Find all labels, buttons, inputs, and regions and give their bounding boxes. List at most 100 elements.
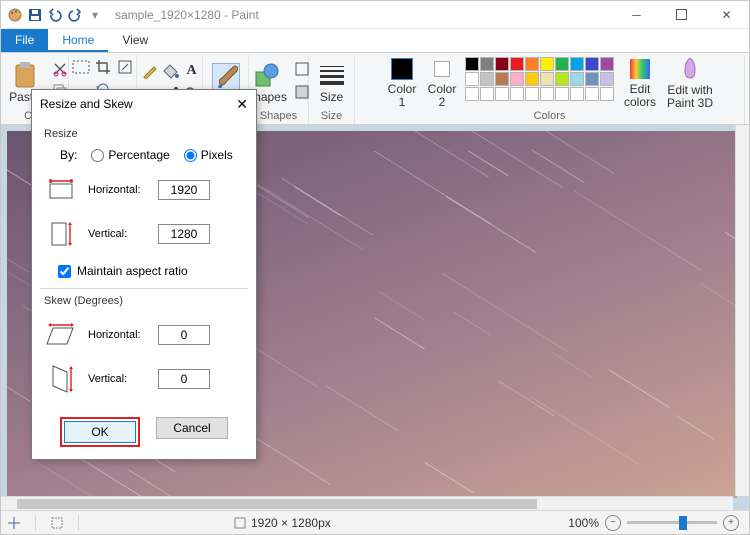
- titlebar: ▾ sample_1920×1280 - Paint ─ ✕: [1, 1, 749, 29]
- resize-tool[interactable]: [115, 57, 135, 77]
- size-label: Size: [320, 91, 343, 104]
- resize-h-input[interactable]: [158, 180, 210, 200]
- pencil-tool[interactable]: [140, 61, 160, 81]
- palette-color[interactable]: [555, 57, 569, 71]
- palette-color[interactable]: [570, 72, 584, 86]
- qat-dropdown-icon[interactable]: ▾: [87, 7, 103, 23]
- minimize-button[interactable]: ─: [614, 1, 659, 29]
- skew-h-input[interactable]: [158, 325, 210, 345]
- palette-color[interactable]: [480, 87, 494, 101]
- fill-tool[interactable]: [161, 61, 181, 81]
- resize-v-input[interactable]: [158, 224, 210, 244]
- palette-color[interactable]: [540, 87, 554, 101]
- ok-highlight: OK: [60, 417, 140, 447]
- scrollbar-horizontal[interactable]: [1, 496, 733, 510]
- dialog-close-button[interactable]: ✕: [236, 96, 248, 113]
- zoom-out-button[interactable]: −: [605, 515, 621, 531]
- edit-colors-label: Edit colors: [624, 83, 656, 109]
- dialog-title: Resize and Skew: [40, 97, 133, 111]
- skew-legend: Skew (Degrees): [44, 295, 244, 313]
- status-bar: 1920 × 1280px 100% − +: [1, 510, 749, 534]
- paint3d-label: Edit with Paint 3D: [667, 84, 713, 110]
- close-button[interactable]: ✕: [704, 1, 749, 29]
- colors-group-label: Colors: [355, 110, 744, 122]
- palette-color[interactable]: [480, 72, 494, 86]
- palette-color[interactable]: [585, 87, 599, 101]
- palette-color[interactable]: [465, 72, 479, 86]
- aspect-ratio-checkbox[interactable]: Maintain aspect ratio: [44, 256, 244, 282]
- palette-color[interactable]: [600, 87, 614, 101]
- canvas-size-text: 1920 × 1280px: [251, 516, 331, 530]
- shapes-icon: [253, 61, 281, 89]
- palette-color[interactable]: [465, 87, 479, 101]
- palette-color[interactable]: [480, 57, 494, 71]
- palette-color[interactable]: [585, 72, 599, 86]
- resize-v-icon: [44, 219, 78, 249]
- color1-label: Color 1: [388, 83, 417, 109]
- size-icon: [318, 61, 346, 89]
- zoom-in-button[interactable]: +: [723, 515, 739, 531]
- color1-swatch: [388, 57, 416, 81]
- palette-color[interactable]: [495, 87, 509, 101]
- palette-color[interactable]: [495, 72, 509, 86]
- radio-percentage[interactable]: Percentage: [91, 148, 169, 162]
- radio-pixels[interactable]: Pixels: [184, 148, 233, 162]
- skew-h-label: Horizontal:: [88, 329, 148, 341]
- cursor-pos: [1, 516, 27, 530]
- palette-color[interactable]: [525, 72, 539, 86]
- edit-colors-button[interactable]: Edit colors: [620, 57, 660, 109]
- canvas-size: 1920 × 1280px: [227, 516, 337, 530]
- size-button[interactable]: Size: [311, 57, 353, 109]
- color2-button[interactable]: Color 2: [425, 57, 459, 109]
- paint3d-button[interactable]: Edit with Paint 3D: [666, 57, 714, 109]
- cut-icon[interactable]: [50, 59, 70, 79]
- tab-home[interactable]: Home: [48, 29, 108, 52]
- redo-icon[interactable]: [67, 7, 83, 23]
- app-icon: [7, 7, 23, 23]
- palette-color[interactable]: [600, 57, 614, 71]
- palette-color[interactable]: [600, 72, 614, 86]
- edit-colors-icon: [626, 57, 654, 81]
- palette-color[interactable]: [510, 87, 524, 101]
- palette-color[interactable]: [510, 57, 524, 71]
- resize-v-label: Vertical:: [88, 228, 148, 240]
- paint3d-icon: [676, 56, 704, 82]
- window-title: sample_1920×1280 - Paint: [109, 8, 259, 22]
- resize-h-icon: [44, 178, 78, 202]
- text-tool[interactable]: A: [182, 61, 202, 81]
- palette-color[interactable]: [555, 72, 569, 86]
- palette-color[interactable]: [525, 87, 539, 101]
- cancel-button[interactable]: Cancel: [156, 417, 228, 439]
- shapes-group-label: Shapes: [249, 110, 308, 122]
- crop-tool[interactable]: [93, 57, 113, 77]
- palette-color[interactable]: [465, 57, 479, 71]
- palette-color[interactable]: [495, 57, 509, 71]
- resize-h-label: Horizontal:: [88, 184, 148, 196]
- palette-color[interactable]: [555, 87, 569, 101]
- maximize-button[interactable]: [659, 1, 704, 29]
- undo-icon[interactable]: [47, 7, 63, 23]
- color-palette[interactable]: [465, 57, 614, 101]
- tab-file[interactable]: File: [1, 29, 48, 52]
- zoom-slider[interactable]: [627, 521, 717, 524]
- palette-color[interactable]: [585, 57, 599, 71]
- palette-color[interactable]: [510, 72, 524, 86]
- scrollbar-vertical[interactable]: [735, 125, 749, 496]
- clipboard-icon: [11, 61, 39, 89]
- by-label: By:: [60, 148, 77, 162]
- skew-v-input[interactable]: [158, 369, 210, 389]
- palette-color[interactable]: [540, 57, 554, 71]
- save-icon[interactable]: [27, 7, 43, 23]
- color2-label: Color 2: [428, 83, 457, 109]
- color1-button[interactable]: Color 1: [385, 57, 419, 109]
- select-tool[interactable]: [71, 57, 91, 77]
- palette-color[interactable]: [540, 72, 554, 86]
- skew-h-icon: [44, 322, 78, 348]
- palette-color[interactable]: [570, 87, 584, 101]
- skew-v-label: Vertical:: [88, 373, 148, 385]
- tab-view[interactable]: View: [108, 29, 162, 52]
- palette-color[interactable]: [570, 57, 584, 71]
- ok-button[interactable]: OK: [64, 421, 136, 443]
- color2-swatch: [428, 57, 456, 81]
- palette-color[interactable]: [525, 57, 539, 71]
